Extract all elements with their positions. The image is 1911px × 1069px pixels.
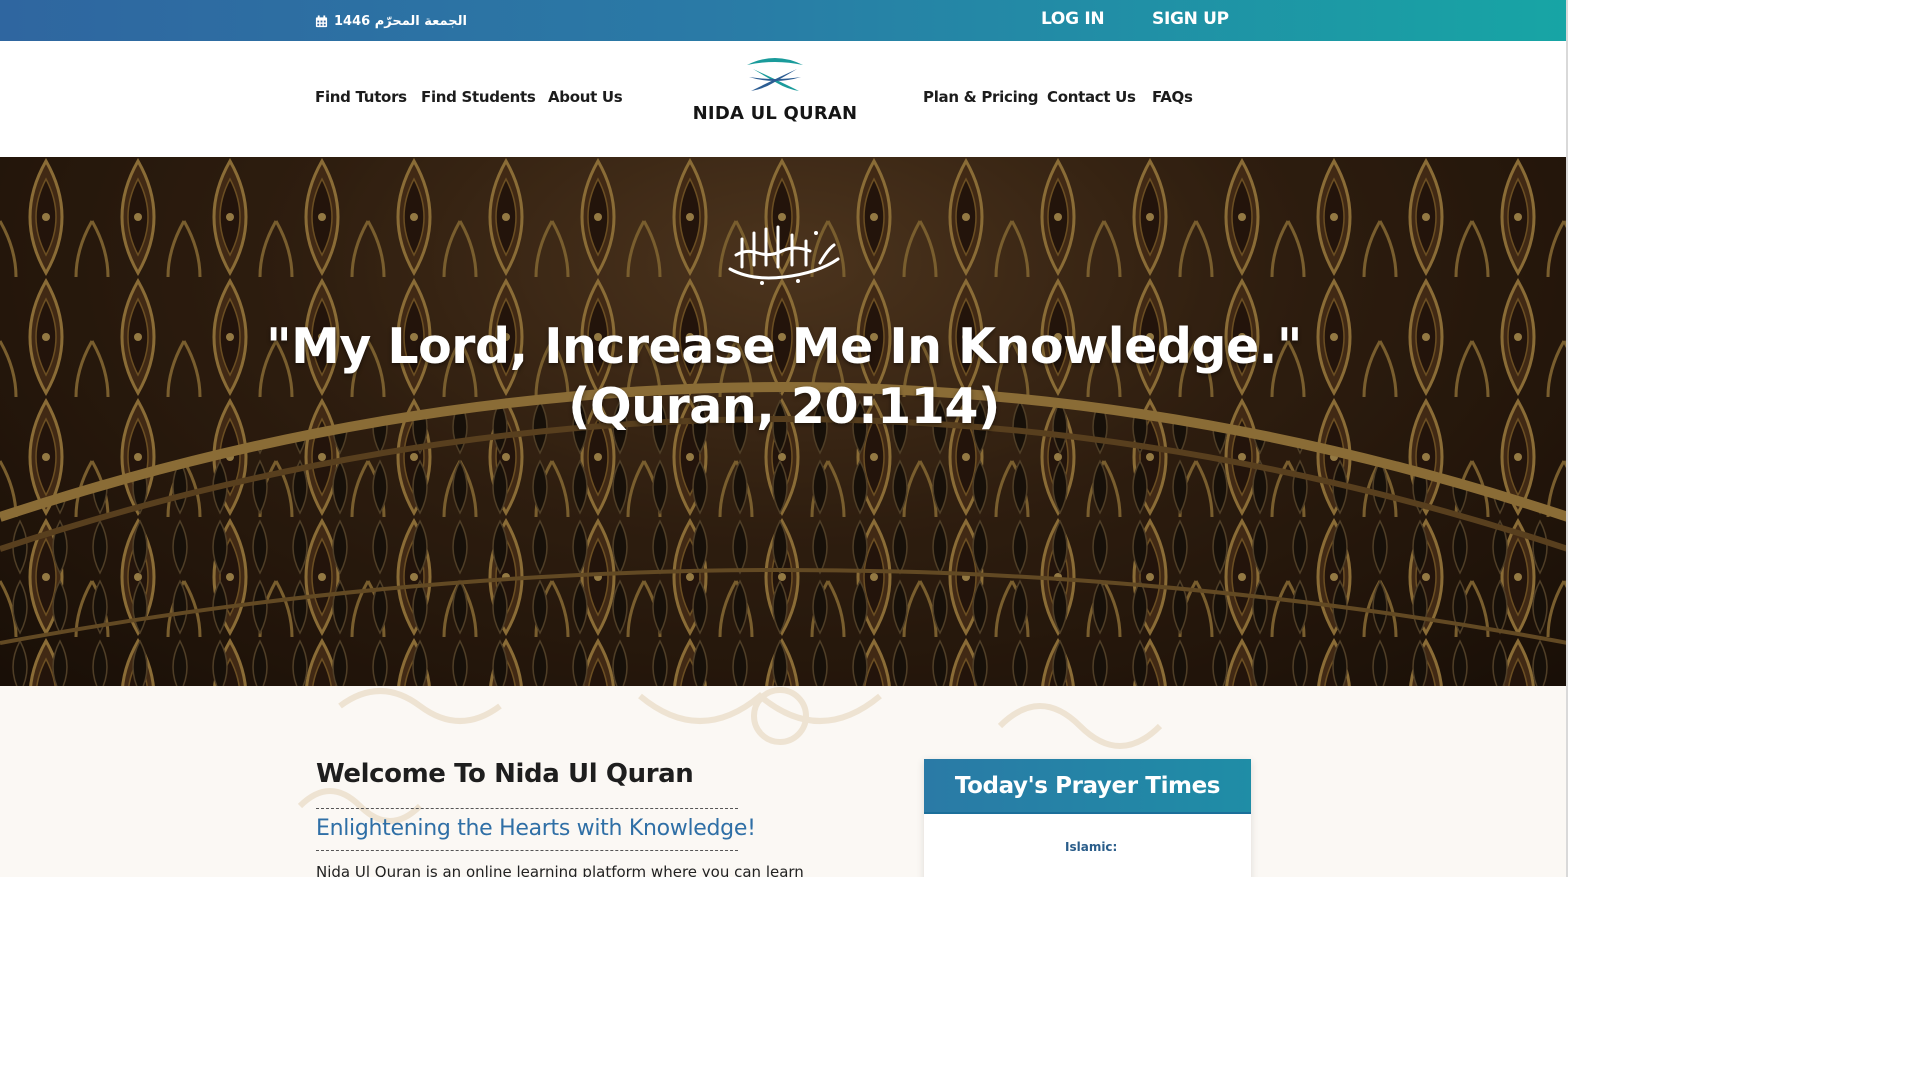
- nav-find-students[interactable]: Find Students: [421, 88, 536, 106]
- nav-contact-us[interactable]: Contact Us: [1047, 88, 1136, 106]
- nav-about-us[interactable]: About Us: [548, 88, 623, 106]
- hero-banner: "My Lord, Increase Me In Knowledge." (Qu…: [0, 157, 1568, 686]
- prayer-times-title: Today's Prayer Times: [924, 759, 1251, 814]
- hijri-date-text: الجمعة المحرّم 1446: [334, 13, 467, 29]
- quote-line-1: "My Lord, Increase Me In Knowledge.": [266, 318, 1302, 375]
- calendar-icon: [315, 14, 328, 27]
- welcome-section: Welcome To Nida Ul Quran Enlightening th…: [0, 686, 1568, 877]
- site-logo[interactable]: NIDA UL QURAN: [690, 55, 860, 135]
- quote-citation: (Quran, 20:114): [568, 378, 1000, 435]
- open-book-icon: [747, 58, 803, 91]
- prayer-times-label: Islamic:: [1065, 840, 1118, 854]
- nav-faqs[interactable]: FAQs: [1152, 88, 1193, 106]
- hero-quote: "My Lord, Increase Me In Knowledge." (Qu…: [0, 317, 1568, 437]
- intro-text: Nida Ul Quran is an online learning plat…: [316, 863, 804, 877]
- login-link[interactable]: LOG IN: [1041, 9, 1105, 29]
- main-nav: Find Tutors Find Students About Us NIDA …: [0, 41, 1568, 157]
- prayer-times-card: Today's Prayer Times Islamic:: [924, 759, 1251, 877]
- signup-link[interactable]: SIGN UP: [1152, 9, 1229, 29]
- tagline-box: Enlightening the Hearts with Knowledge!: [316, 808, 756, 851]
- hijri-date: الجمعة المحرّم 1446: [315, 12, 467, 30]
- nav-plan-pricing[interactable]: Plan & Pricing: [923, 88, 1039, 106]
- tagline: Enlightening the Hearts with Knowledge!: [316, 816, 756, 841]
- logo-text: NIDA UL QURAN: [692, 103, 858, 124]
- floral-ornament-background: [297, 687, 1163, 824]
- nav-find-tutors[interactable]: Find Tutors: [315, 88, 407, 106]
- top-bar: الجمعة المحرّم 1446 LOG IN SIGN UP: [0, 0, 1568, 41]
- scrollbar-track[interactable]: [1566, 0, 1568, 877]
- bismillah-calligraphy: [728, 225, 840, 285]
- welcome-title: Welcome To Nida Ul Quran: [316, 759, 694, 789]
